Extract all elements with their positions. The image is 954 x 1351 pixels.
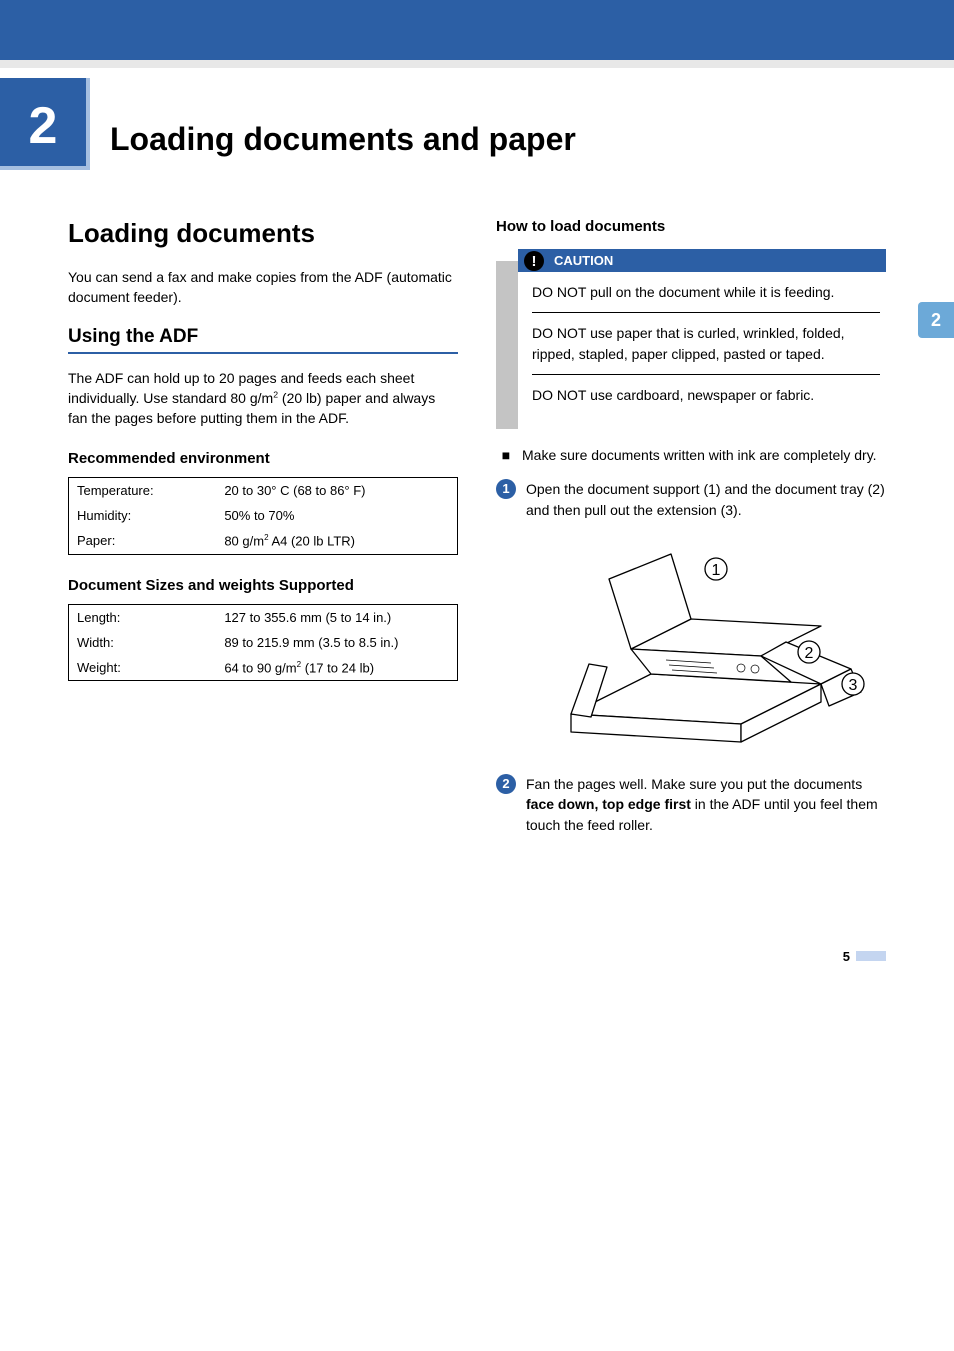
table-row: Length: 127 to 355.6 mm (5 to 14 in.) bbox=[69, 604, 458, 630]
table-row: Weight: 64 to 90 g/m2 (17 to 24 lb) bbox=[69, 655, 458, 681]
side-tab: 2 bbox=[918, 302, 954, 338]
sizes-table: Length: 127 to 355.6 mm (5 to 14 in.) Wi… bbox=[68, 604, 458, 681]
step-text: Open the document support (1) and the do… bbox=[526, 479, 886, 520]
table-row: Width: 89 to 215.9 mm (3.5 to 8.5 in.) bbox=[69, 630, 458, 655]
caution-item: DO NOT use cardboard, newspaper or fabri… bbox=[532, 385, 880, 415]
chapter-title: Loading documents and paper bbox=[110, 121, 576, 158]
table-row: Humidity: 50% to 70% bbox=[69, 503, 458, 528]
env-table: Temperature: 20 to 30° C (68 to 86° F) H… bbox=[68, 477, 458, 554]
section-intro: You can send a fax and make copies from … bbox=[68, 267, 458, 308]
table-row: Paper: 80 g/m2 A4 (20 lb LTR) bbox=[69, 528, 458, 554]
page-num-accent bbox=[856, 951, 886, 961]
caution-item: DO NOT use paper that is curled, wrinkle… bbox=[532, 323, 880, 375]
env-heading: Recommended environment bbox=[68, 450, 458, 467]
svg-text:2: 2 bbox=[805, 645, 814, 662]
step-number: 1 bbox=[496, 479, 516, 499]
step-item: 1 Open the document support (1) and the … bbox=[496, 479, 886, 520]
step-text: Fan the pages well. Make sure you put th… bbox=[526, 774, 886, 835]
top-blue-band bbox=[0, 0, 954, 60]
chapter-header: 2 Loading documents and paper bbox=[0, 78, 886, 170]
caution-box: ! CAUTION DO NOT pull on the document wh… bbox=[496, 249, 886, 429]
caution-icon: ! bbox=[524, 251, 544, 271]
step-number: 2 bbox=[496, 774, 516, 794]
square-bullet-icon: ■ bbox=[496, 445, 516, 465]
svg-text:3: 3 bbox=[849, 677, 858, 694]
step-item: 2 Fan the pages well. Make sure you put … bbox=[496, 774, 886, 835]
section-title: Loading documents bbox=[68, 218, 458, 249]
adf-desc: The ADF can hold up to 20 pages and feed… bbox=[68, 368, 458, 429]
bullet-item: ■ Make sure documents written with ink a… bbox=[496, 445, 886, 465]
chapter-number: 2 bbox=[0, 78, 90, 170]
svg-text:1: 1 bbox=[712, 562, 721, 579]
caution-item: DO NOT pull on the document while it is … bbox=[532, 282, 880, 313]
adf-heading: Using the ADF bbox=[68, 326, 458, 354]
sizes-heading: Document Sizes and weights Supported bbox=[68, 577, 458, 594]
table-row: Temperature: 20 to 30° C (68 to 86° F) bbox=[69, 478, 458, 504]
caution-label: CAUTION bbox=[554, 253, 613, 268]
howto-heading: How to load documents bbox=[496, 218, 886, 235]
fax-machine-illustration: 1 2 3 bbox=[496, 534, 886, 754]
page-number: 5 bbox=[68, 949, 886, 964]
